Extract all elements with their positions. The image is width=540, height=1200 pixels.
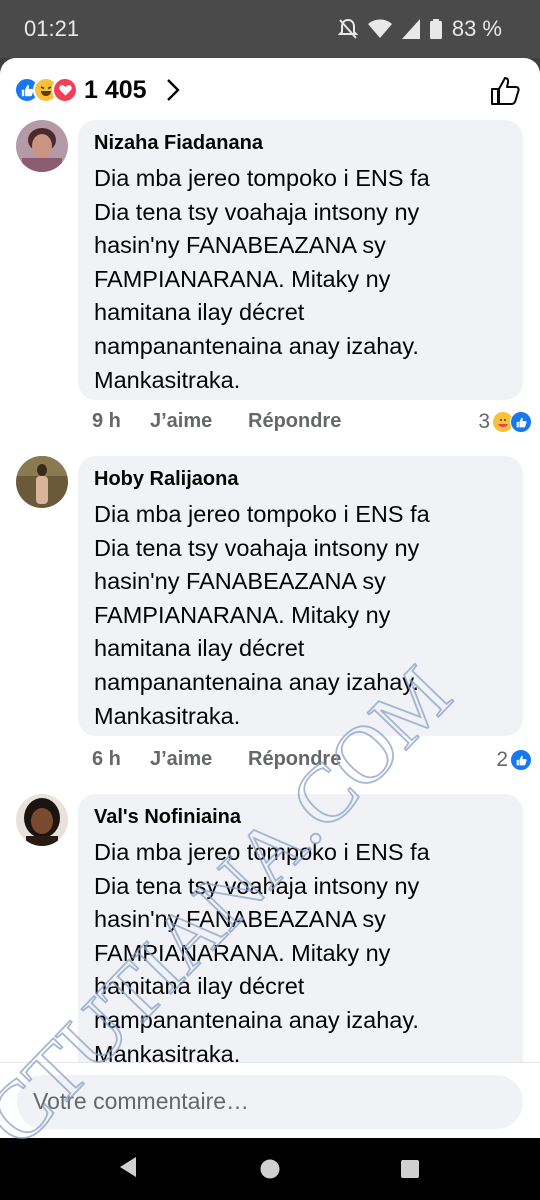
mute-bell-icon [337,18,358,39]
reaction-count[interactable]: 1 405 [84,76,147,105]
comment-line: hamitana ilay décret [94,973,305,1000]
comment-time[interactable]: 6 h [92,748,121,771]
comment-line: hasin'ny FANABEAZANA sy [94,568,386,595]
comment-line: Dia tena tsy voahaja intsony ny [94,872,420,899]
reaction-icons[interactable] [14,77,80,103]
comment-reactions[interactable]: 3 [478,410,532,434]
love-icon [52,77,78,103]
comment-reaction-count: 2 [496,748,508,771]
comment-text: Dia mba jereo tompoko i ENS fa Dia tena … [94,836,507,1071]
comment-line: nampanantenaina anay izahay. [94,332,419,359]
signal-icon [401,19,420,39]
like-outline-icon[interactable] [490,76,520,106]
reactions-header[interactable]: 1 405 [0,58,540,120]
comment-bubble[interactable]: Nizaha Fiadanana Dia mba jereo tompoko i… [78,120,523,400]
avatar[interactable] [16,794,68,846]
system-nav-bar [0,1138,540,1200]
comment-line: nampanantenaina anay izahay. [94,668,419,695]
comment-line: hamitana ilay décret [94,299,305,326]
status-icons: 83 % [337,16,502,42]
comment-line: hasin'ny FANABEAZANA sy [94,906,386,933]
comment-line: Dia mba jereo tompoko i ENS fa [94,501,430,527]
avatar[interactable] [16,456,68,508]
comment-line: nampanantenaina anay izahay. [94,1006,419,1033]
status-bar: 01:21 83 % [0,0,540,58]
like-button[interactable]: J’aime [150,410,212,433]
comment-reaction-count: 3 [478,410,490,433]
reply-button[interactable]: Répondre [248,748,341,771]
comment-line: Mankasitraka. [94,702,241,729]
wifi-icon [367,19,392,38]
comment-time[interactable]: 9 h [92,410,121,433]
comment-line: FAMPIANARANA. Mitaky ny [94,265,391,292]
like-icon [510,411,532,433]
comment-line: Dia tena tsy voahaja intsony ny [94,198,420,225]
comment-actions: 9 h J’aime Répondre 3 [92,410,532,440]
comment-author[interactable]: Hoby Ralijaona [94,466,507,492]
comment-line: Mankasitraka. [94,366,241,393]
battery-level: 83 % [451,16,502,41]
comment-line: Dia mba jereo tompoko i ENS fa [94,839,430,865]
comment-author[interactable]: Val's Nofiniaina [94,804,507,830]
comment-line: Dia tena tsy voahaja intsony ny [94,534,420,561]
comment-line: FAMPIANARANA. Mitaky ny [94,939,391,966]
recents-icon[interactable] [400,1159,420,1179]
comment-line: hamitana ilay décret [94,635,305,662]
comment-line: FAMPIANARANA. Mitaky ny [94,601,391,628]
comment-line: hasin'ny FANABEAZANA sy [94,232,386,259]
comment-actions: 6 h J’aime Répondre 2 [92,748,532,778]
comment-input[interactable]: Votre commentaire… [17,1075,523,1129]
like-button[interactable]: J’aime [150,748,212,771]
comment-author[interactable]: Nizaha Fiadanana [94,130,507,156]
comment-bubble[interactable]: Hoby Ralijaona Dia mba jereo tompoko i E… [78,456,523,736]
comment-text: Dia mba jereo tompoko i ENS fa Dia tena … [94,162,507,397]
battery-icon [429,19,442,39]
comment-text: Dia mba jereo tompoko i ENS fa Dia tena … [94,498,507,733]
comments-sheet: 1 405 Nizaha Fiadanana Dia mba jereo tom… [0,58,540,1138]
reply-button[interactable]: Répondre [248,410,341,433]
comment-reactions[interactable]: 2 [496,748,532,772]
chevron-right-icon[interactable] [166,78,180,102]
comment-composer: Votre commentaire… [0,1062,540,1138]
status-time: 01:21 [24,16,80,41]
comment-line: Dia mba jereo tompoko i ENS fa [94,165,430,191]
comment-bubble[interactable]: Val's Nofiniaina Dia mba jereo tompoko i… [78,794,523,1094]
like-icon [510,749,532,771]
back-icon[interactable] [118,1156,138,1178]
avatar[interactable] [16,120,68,172]
home-icon[interactable] [259,1158,281,1180]
